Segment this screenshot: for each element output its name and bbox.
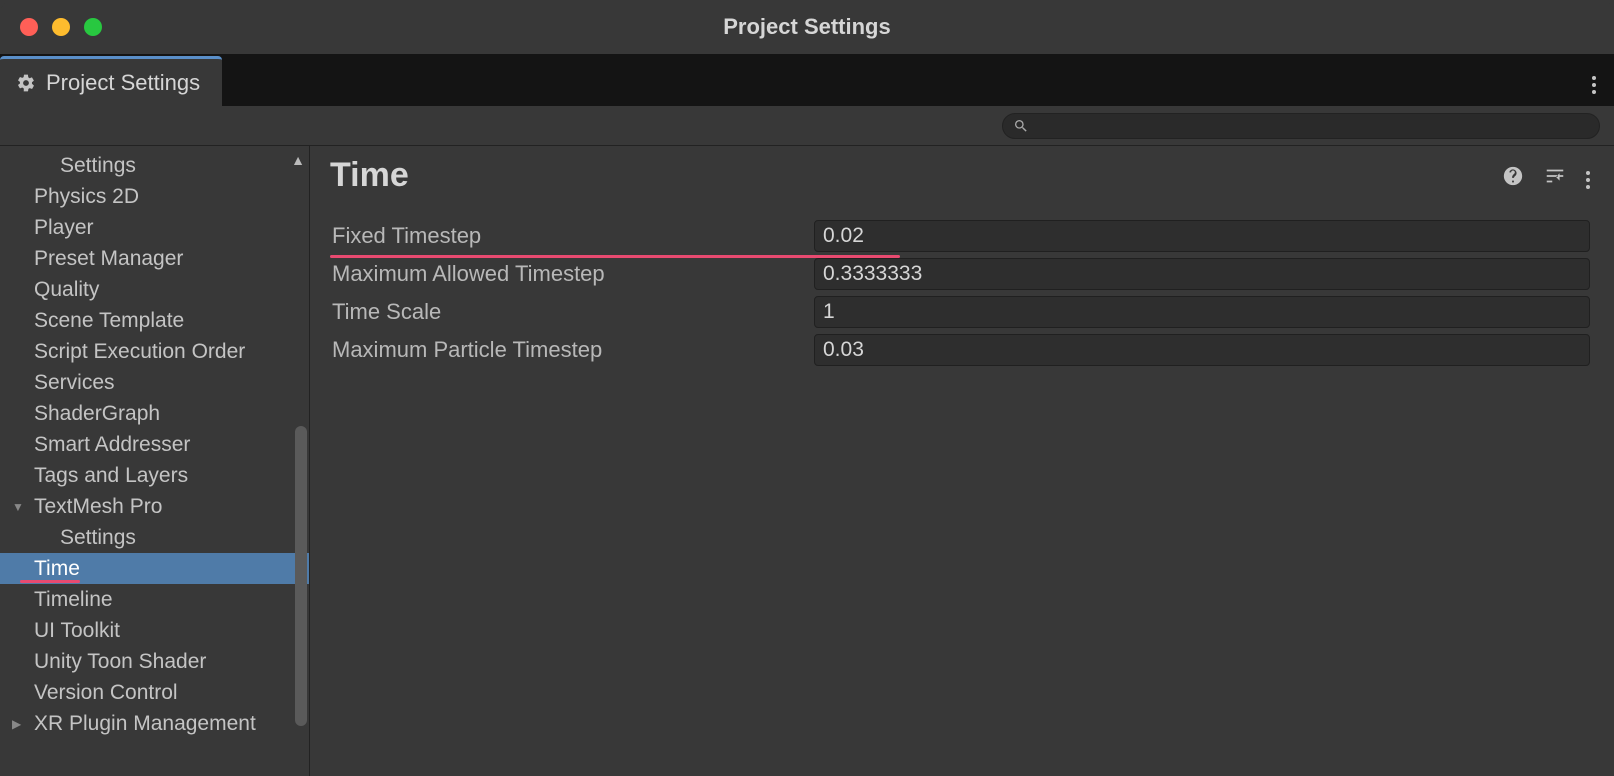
sidebar-item-label: Settings <box>60 526 136 550</box>
property-label: Maximum Particle Timestep <box>330 337 814 363</box>
sidebar-item-label: TextMesh Pro <box>34 495 162 519</box>
tab-strip: Project Settings <box>0 54 1614 106</box>
sidebar-item-shadergraph[interactable]: ShaderGraph <box>0 398 309 429</box>
property-row-maximum-particle-timestep: Maximum Particle Timestep <box>330 331 1590 369</box>
sidebar-item-label: Smart Addresser <box>34 433 190 457</box>
sidebar: Settings Physics 2D Player Preset Manager Qu… <box>0 146 310 776</box>
sidebar-item-script-execution-order[interactable]: Script Execution Order <box>0 336 309 367</box>
property-label: Time Scale <box>330 299 814 325</box>
sidebar-item-label: ShaderGraph <box>34 402 160 426</box>
sidebar-item-label: Preset Manager <box>34 247 183 271</box>
sidebar-item-physics-2d[interactable]: Physics 2D <box>0 181 309 212</box>
sidebar-item-smart-addresser[interactable]: Smart Addresser <box>0 429 309 460</box>
property-input-maximum-particle-timestep[interactable] <box>814 334 1590 366</box>
sidebar-item-player[interactable]: Player <box>0 212 309 243</box>
sidebar-item-label: Scene Template <box>34 309 184 333</box>
sidebar-item-timeline[interactable]: Timeline <box>0 584 309 615</box>
sidebar-item-textmesh-pro[interactable]: ▼ TextMesh Pro <box>0 491 309 522</box>
search-box[interactable] <box>1002 113 1600 139</box>
sidebar-item-version-control[interactable]: Version Control <box>0 677 309 708</box>
zoom-window-button[interactable] <box>84 18 102 36</box>
sidebar-item-settings[interactable]: Settings <box>0 522 309 553</box>
scrollbar-thumb[interactable] <box>295 426 307 726</box>
kebab-icon <box>1586 171 1590 189</box>
sidebar-item-quality[interactable]: Quality <box>0 274 309 305</box>
sidebar-item-label: Settings <box>60 154 136 178</box>
sidebar-item-label: Timeline <box>34 588 113 612</box>
property-row-time-scale: Time Scale <box>330 293 1590 331</box>
panel-menu-button[interactable] <box>1586 162 1590 189</box>
sidebar-item-label: Unity Toon Shader <box>34 650 206 674</box>
sidebar-item-label: Version Control <box>34 681 178 705</box>
sidebar-item-label: Physics 2D <box>34 185 139 209</box>
search-input[interactable] <box>1037 117 1589 135</box>
sidebar-item-label: Tags and Layers <box>34 464 188 488</box>
window-title: Project Settings <box>0 14 1614 40</box>
scrollbar-track[interactable] <box>293 146 309 776</box>
sidebar-item-preset-manager[interactable]: Preset Manager <box>0 243 309 274</box>
tab-label: Project Settings <box>46 70 200 96</box>
sidebar-item-label: XR Plugin Management <box>34 712 256 736</box>
sidebar-item-label: Time <box>34 557 80 581</box>
sidebar-item-label: Services <box>34 371 115 395</box>
panel-title: Time <box>330 156 409 195</box>
property-row-maximum-allowed-timestep: Maximum Allowed Timestep <box>330 255 1590 293</box>
sidebar-item-ui-toolkit[interactable]: UI Toolkit <box>0 615 309 646</box>
window-controls <box>20 18 102 36</box>
property-input-maximum-allowed-timestep[interactable] <box>814 258 1590 290</box>
property-label: Maximum Allowed Timestep <box>330 261 814 287</box>
window-menu-button[interactable] <box>1592 67 1596 94</box>
minimize-window-button[interactable] <box>52 18 70 36</box>
search-icon <box>1013 118 1029 134</box>
sidebar-item-time[interactable]: Time <box>0 553 309 584</box>
property-row-fixed-timestep: Fixed Timestep <box>330 217 1590 255</box>
tab-project-settings[interactable]: Project Settings <box>0 56 222 106</box>
sidebar-item-xr-plugin-management[interactable]: ▶ XR Plugin Management <box>0 708 309 739</box>
sidebar-item-unity-toon-shader[interactable]: Unity Toon Shader <box>0 646 309 677</box>
property-label: Fixed Timestep <box>330 223 814 249</box>
close-window-button[interactable] <box>20 18 38 36</box>
window-titlebar: Project Settings <box>0 0 1614 54</box>
arrow-right-icon: ▶ <box>12 717 21 731</box>
settings-slider-icon[interactable] <box>1544 165 1566 187</box>
sidebar-item-label: Player <box>34 216 94 240</box>
sidebar-item-services[interactable]: Services <box>0 367 309 398</box>
gear-icon <box>16 73 36 93</box>
property-input-fixed-timestep[interactable] <box>814 220 1590 252</box>
kebab-icon <box>1592 76 1596 94</box>
sidebar-item-label: Quality <box>34 278 99 302</box>
sidebar-item-label: Script Execution Order <box>34 340 245 364</box>
arrow-down-icon: ▼ <box>12 500 24 514</box>
toolbar <box>0 106 1614 146</box>
sidebar-item-scene-template[interactable]: Scene Template <box>0 305 309 336</box>
property-input-time-scale[interactable] <box>814 296 1590 328</box>
main-panel: Time Fixed Timestep Maximum Allowed Times… <box>310 146 1614 776</box>
help-icon[interactable] <box>1502 165 1524 187</box>
sidebar-item-label: UI Toolkit <box>34 619 120 643</box>
sidebar-item-tags-and-layers[interactable]: Tags and Layers <box>0 460 309 491</box>
annotation-underline <box>20 580 80 583</box>
sidebar-item-settings[interactable]: Settings <box>0 150 309 181</box>
